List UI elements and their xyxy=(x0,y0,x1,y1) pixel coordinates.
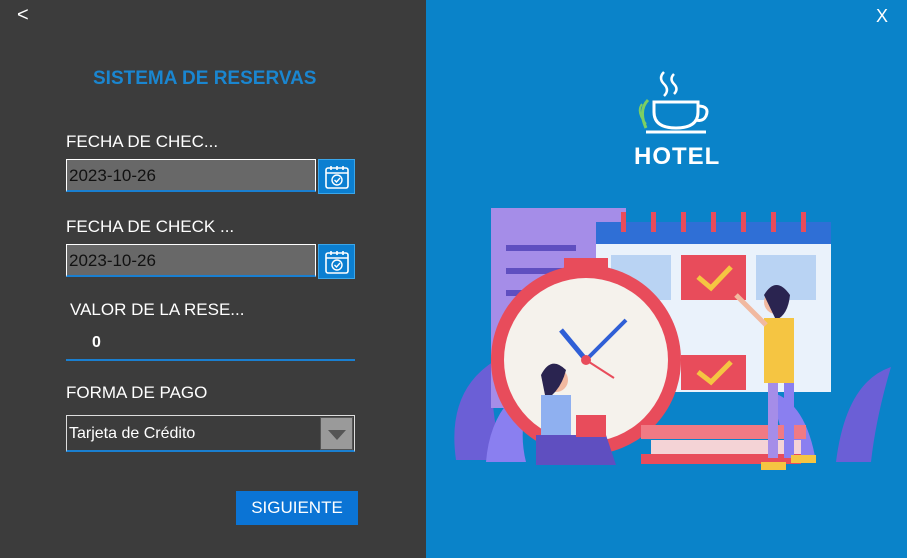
checkout-label: FECHA DE CHECK ... xyxy=(66,217,235,236)
page-title: SISTEMA DE RESERVAS xyxy=(93,68,317,89)
calendar-check-icon xyxy=(325,166,349,189)
back-button[interactable]: < xyxy=(17,4,29,27)
calendar-check-icon xyxy=(325,251,349,274)
payment-method-select[interactable]: Tarjeta de Crédito xyxy=(66,415,355,452)
illustration-panel: X HOTEL xyxy=(426,0,907,558)
amount-label: VALOR DE LA RESE... xyxy=(70,300,245,319)
amount-field[interactable]: 0 xyxy=(92,334,101,352)
form-panel: < SISTEMA DE RESERVAS FECHA DE CHEC... 2… xyxy=(0,0,426,558)
coffee-cup-icon xyxy=(638,71,709,134)
close-button[interactable]: X xyxy=(876,6,888,27)
payment-label: FORMA DE PAGO xyxy=(66,383,208,402)
checkout-calendar-button[interactable] xyxy=(318,244,355,279)
checkin-calendar-button[interactable] xyxy=(318,159,355,194)
amount-underline xyxy=(66,359,355,361)
checkin-label: FECHA DE CHEC... xyxy=(66,132,219,151)
payment-selected-value: Tarjeta de Crédito xyxy=(69,425,196,442)
checkin-date-field[interactable]: 2023-10-26 xyxy=(66,159,316,192)
next-button[interactable]: SIGUIENTE xyxy=(236,491,358,525)
chevron-down-icon[interactable] xyxy=(320,417,353,450)
booking-illustration xyxy=(454,208,891,470)
checkout-date-field[interactable]: 2023-10-26 xyxy=(66,244,316,277)
hotel-logo-text: HOTEL xyxy=(634,143,721,170)
